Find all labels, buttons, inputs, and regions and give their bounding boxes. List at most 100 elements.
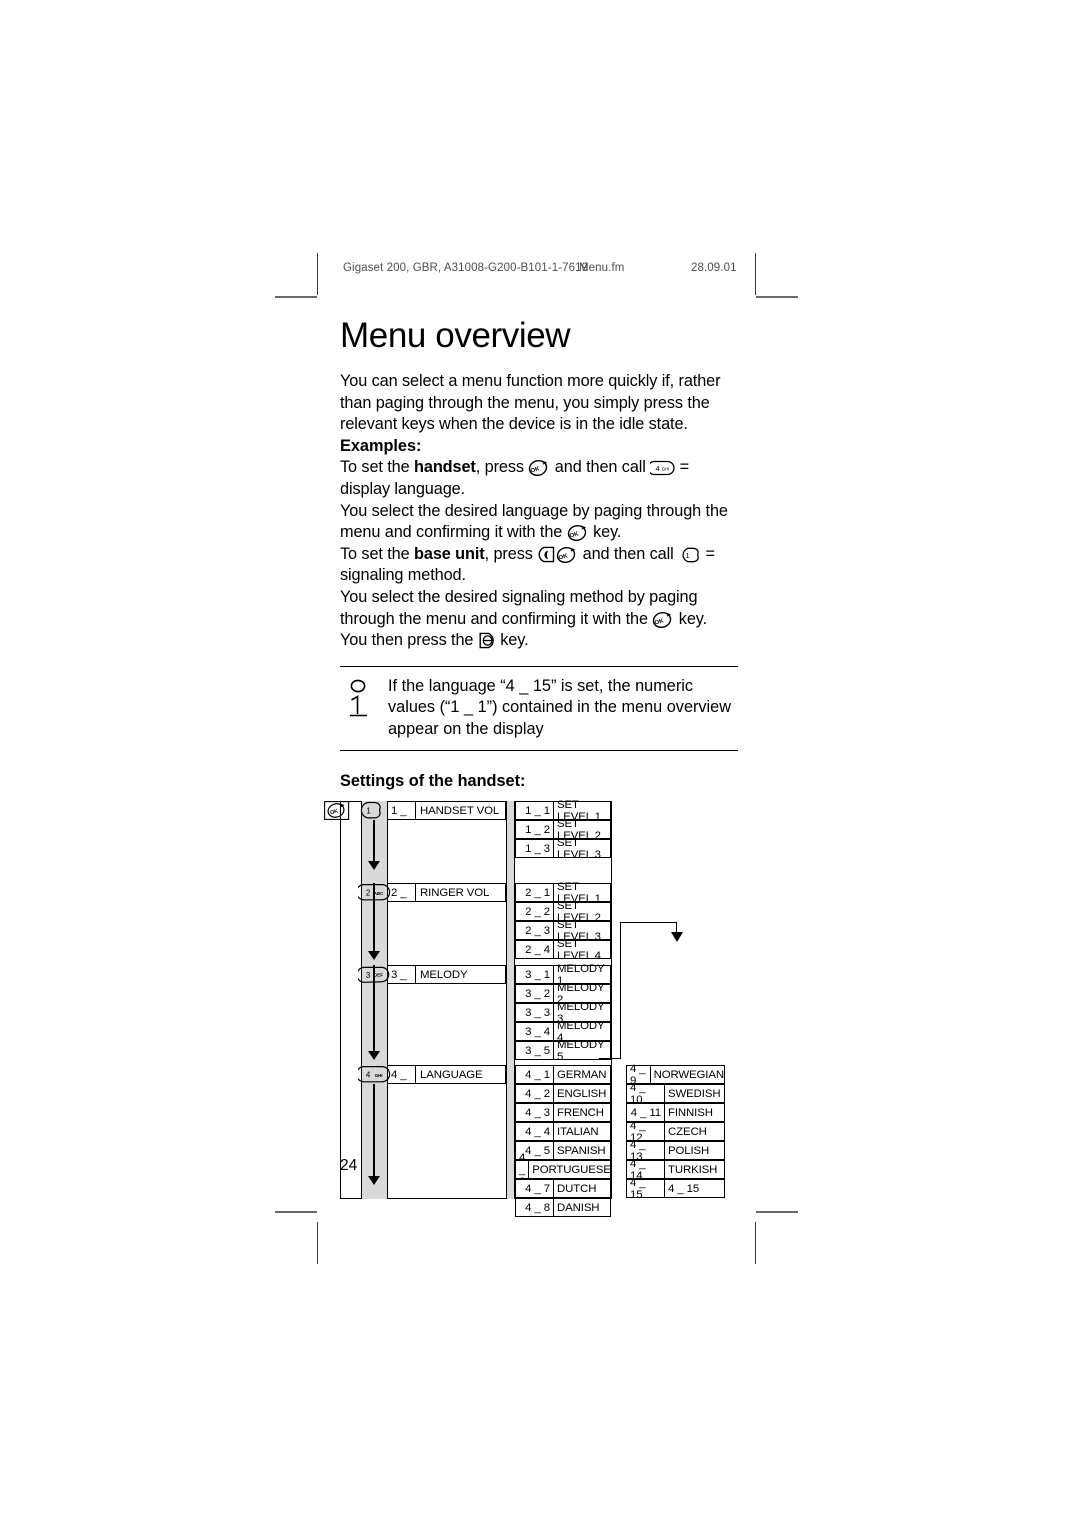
submenu-item-handset-vol-3[interactable]: 1 _ 3 SET LEVEL 3	[515, 837, 611, 861]
crop-mark-top-right-horizontal	[756, 296, 798, 298]
svg-text:DEF: DEF	[374, 973, 383, 978]
submenu-item-label: SET LEVEL 3	[553, 919, 610, 943]
hangup-key-icon	[478, 632, 496, 649]
submenu-item-language-numeric[interactable]: 4 _ 15 4 _ 15	[626, 1176, 725, 1201]
menu-item-ringer-vol[interactable]: 2 _ RINGER VOL	[388, 883, 506, 903]
submenu-item-label: SET LEVEL 1	[553, 799, 610, 823]
svg-text:OK: OK	[654, 618, 665, 626]
submenu-item-language-german[interactable]: 4 _ 1 GERMAN	[515, 1065, 611, 1085]
svg-text:1: 1	[366, 807, 371, 816]
submenu-item-number: 4 _ 15	[630, 1176, 646, 1201]
menu-item-label: RINGER VOL	[415, 884, 505, 902]
language-connector-arrow-head	[671, 932, 683, 943]
submenu-item-number: 3 _ 3	[525, 1006, 550, 1019]
svg-text:4: 4	[656, 464, 660, 473]
submenu-item-label: FINNISH	[664, 1104, 724, 1122]
submenu-item-number: 3 _ 1	[525, 968, 550, 981]
submenu-item-number: 4 _ 7	[525, 1182, 550, 1195]
submenu-item-label: POLISH	[664, 1142, 724, 1160]
svg-text:2: 2	[366, 889, 371, 898]
submenu-item-language-italian[interactable]: 4 _ 4 ITALIAN	[515, 1122, 611, 1142]
submenu-item-number: 4 _ 2	[525, 1087, 550, 1100]
svg-text:OK: OK	[530, 467, 541, 475]
crop-mark-top-left-horizontal	[275, 296, 317, 298]
submenu-item-language-portuguese[interactable]: 4 _ 6 PORTUGUESE	[515, 1152, 611, 1188]
submenu-item-number: 4 _ 11	[630, 1106, 661, 1119]
handset-confirm-paragraph: You select the desired language by pagin…	[340, 501, 738, 544]
submenu-item-language-french[interactable]: 4 _ 3 FRENCH	[515, 1103, 611, 1123]
submenu-item-number: 4 _ 8	[525, 1201, 550, 1214]
hangup-text-1: You then press the	[340, 631, 478, 650]
base-example-text-1: To set the	[340, 544, 415, 563]
page-number: 24	[340, 1157, 358, 1174]
info-hint-icon	[344, 678, 378, 722]
ok-key-icon: OK	[652, 611, 674, 628]
submenu-item-label: MELODY 3	[553, 1001, 610, 1025]
submenu-item-number: 2 _ 2	[525, 905, 550, 918]
submenu-item-number: 2 _ 1	[525, 886, 550, 899]
submenu-item-melody-5[interactable]: 3 _ 5 MELODY 5	[515, 1039, 611, 1063]
base-unit-keyword: base unit	[414, 544, 485, 563]
submenu-item-language-dutch[interactable]: 4 _ 7 DUTCH	[515, 1179, 611, 1199]
call-key-icon	[537, 546, 556, 563]
submenu-item-label: MELODY 5	[553, 1039, 610, 1063]
crop-mark-bottom-right-vertical	[755, 1222, 756, 1264]
hangup-paragraph: You then press the key.	[340, 630, 738, 652]
submenu-item-language-danish[interactable]: 4 _ 8 DANISH	[515, 1198, 611, 1218]
key-1-icon: 1	[678, 547, 701, 563]
menu-item-language[interactable]: 4 _ LANGUAGE	[388, 1065, 506, 1085]
svg-text:GHI: GHI	[662, 467, 670, 472]
menu-item-number: 2 _	[391, 886, 407, 899]
submenu-item-number: 4 _ 3	[525, 1106, 550, 1119]
key-4-ghi-icon: 4 GHI	[650, 460, 675, 476]
menu-tree-diagram: OK 1 2 ABC 3 DEF 4 GHI 1 _ HANDSET VOL 2…	[324, 799, 738, 1218]
hint-note-text: If the language “4 _ 15” is set, the num…	[388, 676, 731, 738]
menu-item-number: 1 _	[391, 804, 407, 817]
crop-mark-bottom-right-horizontal	[756, 1211, 798, 1213]
submenu-item-label: TURKISH	[664, 1161, 724, 1179]
base-confirm-text-2: key.	[674, 609, 708, 628]
submenu-item-language-swedish[interactable]: 4 _ 10 SWEDISH	[626, 1082, 725, 1106]
handset-example-text-3: and then call	[550, 458, 651, 477]
submenu-item-label: CZECH	[664, 1123, 724, 1141]
page-content: Menu overview You can select a menu func…	[324, 318, 738, 1218]
submenu-item-label: PORTUGUESE	[528, 1161, 611, 1179]
handset-keyword: handset	[414, 458, 476, 477]
submenu-item-number: 1 _ 2	[525, 823, 550, 836]
submenu-item-number: 2 _ 4	[525, 943, 550, 956]
rail-arrow-1-head	[368, 861, 380, 871]
running-header-filename: Menu.fm	[579, 262, 625, 274]
hangup-text-2: key.	[495, 631, 529, 650]
submenu-item-number: 3 _ 4	[525, 1025, 550, 1038]
base-example-text-3: and then call	[578, 544, 679, 563]
submenu-item-label: ITALIAN	[553, 1123, 610, 1141]
submenu-item-label: SWEDISH	[664, 1085, 724, 1103]
submenu-item-language-english[interactable]: 4 _ 2 ENGLISH	[515, 1084, 611, 1104]
crop-mark-bottom-left-vertical	[317, 1222, 318, 1264]
menu-item-number: 4 _	[391, 1068, 407, 1081]
examples-heading: Examples:	[340, 436, 422, 455]
submenu-item-label: SET LEVEL 4	[553, 938, 610, 962]
base-confirm-paragraph: You select the desired signaling method …	[340, 587, 738, 630]
submenu-item-number: 4 _ 6	[519, 1152, 526, 1188]
submenu-item-number: 4 _ 1	[525, 1068, 550, 1081]
submenu-item-label: GERMAN	[553, 1066, 610, 1084]
menu-item-label: LANGUAGE	[415, 1066, 505, 1084]
submenu-item-language-spanish[interactable]: 4 _ 5 SPANISH	[515, 1141, 611, 1161]
menu-key-4-ghi-icon: 4 GHI	[355, 1065, 391, 1084]
submenu-item-label: SET LEVEL 3	[553, 837, 610, 861]
menu-item-melody[interactable]: 3 _ MELODY	[388, 965, 506, 985]
crop-mark-bottom-left-horizontal	[275, 1211, 317, 1213]
submenu-item-number: 4 _ 9	[630, 1062, 646, 1087]
menu-key-3-def-icon: 3 DEF	[356, 965, 391, 984]
submenu-item-ringer-vol-4[interactable]: 2 _ 4 SET LEVEL 4	[515, 938, 611, 962]
submenu-item-label: ENGLISH	[553, 1085, 610, 1103]
base-example-text-2: , press	[484, 544, 538, 563]
ok-key-icon: OK	[528, 459, 550, 477]
svg-text:GHI: GHI	[375, 1073, 383, 1078]
rail-arrow-4-head	[368, 1176, 380, 1186]
submenu-item-label: MELODY 2	[553, 982, 610, 1006]
submenu-item-label: NORWEGIAN	[649, 1066, 724, 1084]
submenu-item-label: MELODY 1	[553, 963, 610, 987]
menu-item-handset-vol[interactable]: 1 _ HANDSET VOL	[388, 801, 506, 821]
